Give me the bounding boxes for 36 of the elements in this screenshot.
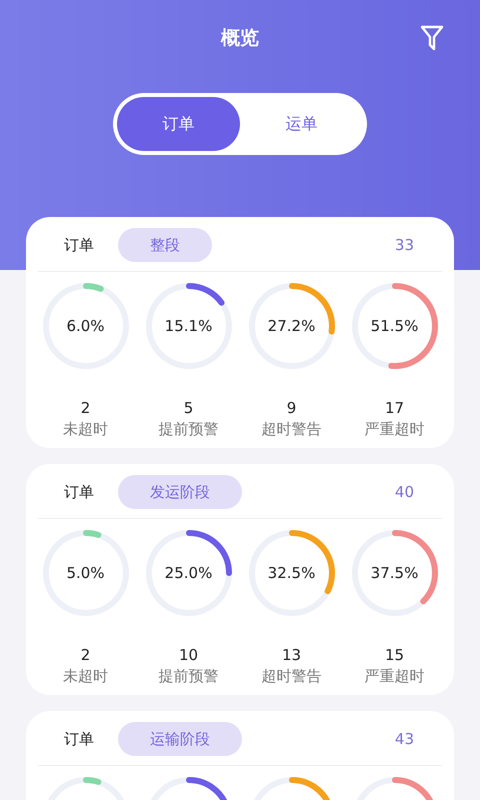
count-value: 9	[286, 398, 296, 418]
count-value: 5	[184, 398, 194, 418]
count-value: 2	[80, 645, 90, 665]
total-count: 40	[394, 482, 414, 503]
status-label: 提前预警	[158, 666, 218, 687]
percent-value: 51.5%	[370, 316, 418, 336]
count-value: 2	[80, 398, 90, 418]
count-value: 10	[178, 645, 198, 665]
filter-icon[interactable]	[420, 25, 444, 51]
status-label: 严重超时	[364, 419, 424, 440]
stage-tag: 整段	[118, 228, 212, 262]
status-label: 超时警告	[262, 419, 322, 440]
status-label: 未超时	[63, 666, 108, 687]
status-label: 严重超时	[364, 666, 424, 687]
total-count: 43	[394, 728, 414, 750]
percent-value: 27.2%	[268, 316, 316, 336]
page-title: 概览	[221, 26, 259, 51]
status-label: 超时警告	[262, 666, 322, 687]
stage-tag: 运输阶段	[118, 722, 242, 756]
card-title: 订单	[64, 728, 94, 750]
status-label: 提前预警	[158, 419, 218, 440]
count-value: 17	[384, 398, 404, 418]
count-value: 15	[384, 645, 404, 665]
percent-value: 37.5%	[370, 563, 418, 583]
tab[interactable]: 订单	[117, 97, 240, 151]
stage-tag: 发运阶段	[118, 475, 242, 509]
card-title: 订单	[64, 482, 94, 503]
percent-value: 25.0%	[164, 563, 212, 583]
count-value: 13	[282, 645, 302, 665]
percent-value: 6.0%	[66, 316, 105, 336]
status-label: 未超时	[63, 419, 108, 440]
percent-value: 5.0%	[66, 563, 105, 583]
card-title: 订单	[64, 234, 94, 256]
total-count: 33	[394, 234, 414, 256]
percent-value: 15.1%	[164, 316, 212, 336]
percent-value: 32.5%	[268, 563, 316, 583]
